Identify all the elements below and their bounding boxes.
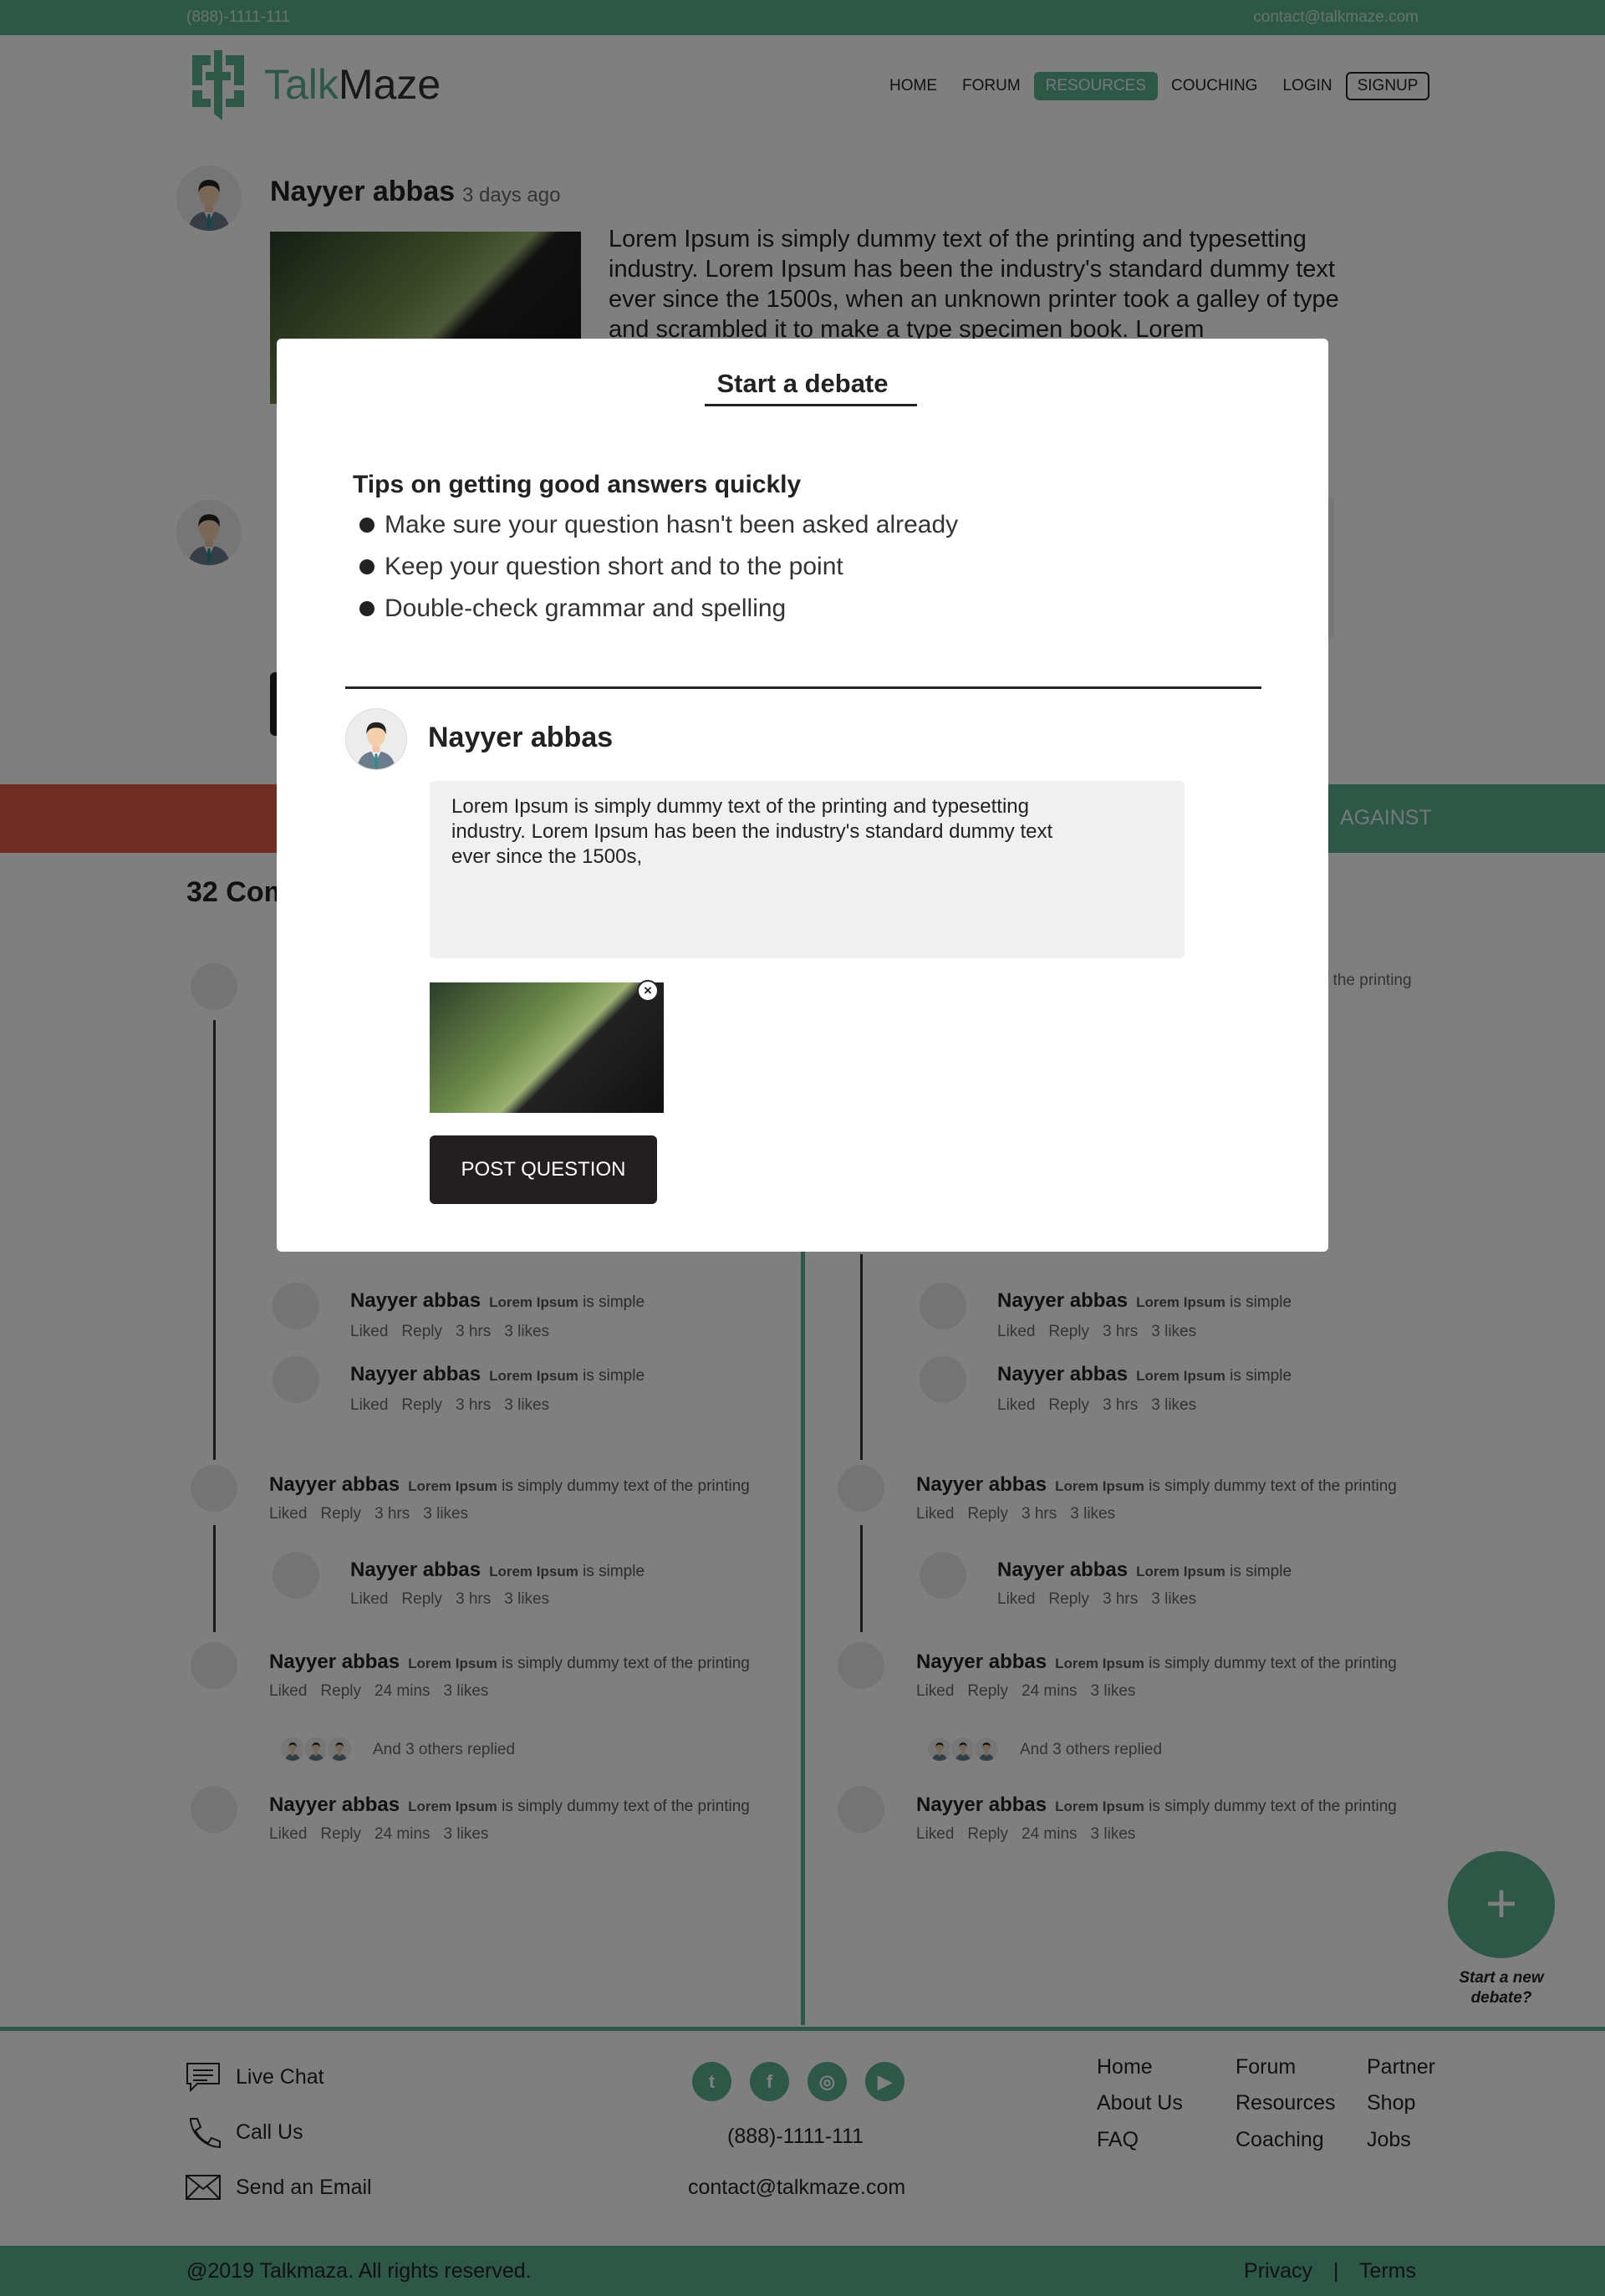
modal-author-name: Nayyer abbas [428, 722, 614, 753]
bullet-icon [359, 518, 374, 533]
start-debate-modal: Start a debate Tips on getting good answ… [277, 339, 1328, 1252]
bullet-icon [359, 559, 374, 574]
modal-title: Start a debate [716, 369, 889, 398]
question-input[interactable]: Lorem Ipsum is simply dummy text of the … [430, 781, 1185, 958]
tip-item: Keep your question short and to the poin… [359, 553, 843, 581]
attached-image [430, 982, 664, 1113]
modal-divider [345, 686, 1261, 689]
tip-item: Make sure your question hasn't been aske… [359, 511, 958, 539]
title-underline [705, 404, 917, 406]
post-question-button[interactable]: POST QUESTION [430, 1135, 657, 1204]
tips-title: Tips on getting good answers quickly [353, 471, 802, 498]
bullet-icon [359, 601, 374, 616]
tip-item: Double-check grammar and spelling [359, 594, 786, 623]
modal-author-avatar [345, 708, 407, 770]
remove-image-icon[interactable]: × [637, 980, 659, 1002]
